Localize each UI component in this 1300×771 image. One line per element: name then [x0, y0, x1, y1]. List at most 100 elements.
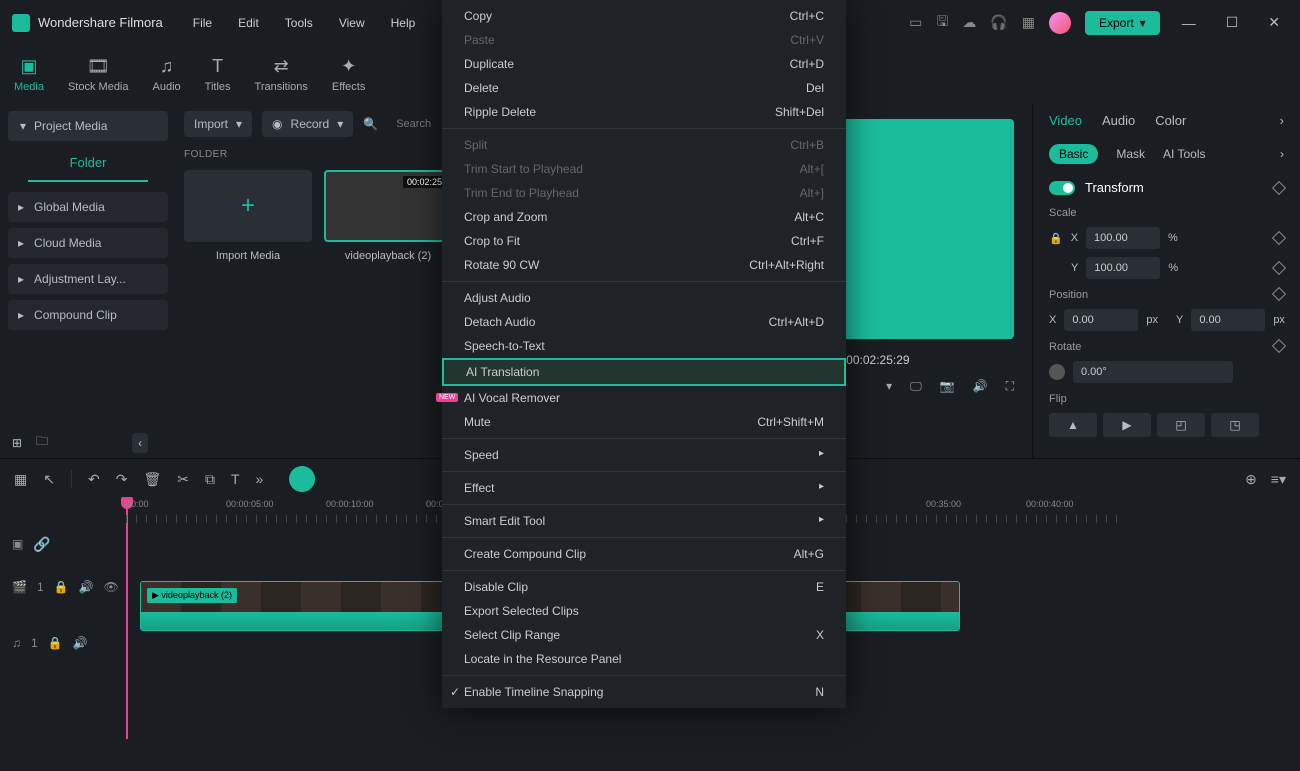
tab-audio[interactable]: ♫Audio: [153, 56, 181, 93]
ctx-mute[interactable]: MuteCtrl+Shift+M: [442, 410, 846, 434]
delete-icon[interactable]: 🗑: [143, 471, 161, 488]
ctx-copy[interactable]: CopyCtrl+C: [442, 4, 846, 28]
lock-icon[interactable]: 🔒: [54, 580, 69, 594]
menu-view[interactable]: View: [339, 16, 365, 30]
mute-icon[interactable]: 🔊: [79, 580, 94, 594]
mute-icon[interactable]: 🔊: [73, 636, 88, 650]
menu-help[interactable]: Help: [391, 16, 416, 30]
close-icon[interactable]: ✕: [1260, 14, 1288, 31]
rp-tab-audio[interactable]: Audio: [1102, 113, 1135, 128]
ctx-disable-clip[interactable]: Disable ClipE: [442, 575, 846, 599]
cloud-icon[interactable]: ☁: [962, 14, 976, 31]
add-marker-icon[interactable]: ⊕: [1245, 471, 1257, 488]
apps-icon[interactable]: ▦: [1022, 14, 1035, 31]
ctx-delete[interactable]: DeleteDel: [442, 76, 846, 100]
redo-icon[interactable]: ↷: [116, 471, 128, 488]
rotate-dial[interactable]: [1049, 364, 1065, 380]
link-icon[interactable]: 🔗: [33, 536, 50, 553]
record-dropdown[interactable]: ◉ Record ▾: [262, 111, 353, 137]
rp-tab-color[interactable]: Color: [1155, 113, 1186, 128]
ctx-ai-vocal-remover[interactable]: AI Vocal Remover: [442, 386, 846, 410]
folder-icon[interactable]: 🗀: [36, 432, 48, 453]
pos-x-input[interactable]: [1064, 309, 1138, 331]
lock-icon[interactable]: 🔒: [48, 636, 63, 650]
crop-icon[interactable]: ⧉: [205, 471, 215, 488]
display-icon[interactable]: 🖵: [910, 379, 922, 394]
project-media-header[interactable]: ▾ Project Media: [8, 111, 168, 141]
rp-subtab-basic[interactable]: Basic: [1049, 144, 1098, 164]
keyframe-diamond-icon[interactable]: [1272, 339, 1286, 353]
keyframe-diamond-icon[interactable]: [1272, 231, 1286, 245]
ctx-crop-and-zoom[interactable]: Crop and ZoomAlt+C: [442, 205, 846, 229]
menu-file[interactable]: File: [193, 16, 212, 30]
minimize-icon[interactable]: —: [1174, 15, 1204, 31]
compositing-toggle[interactable]: [1049, 458, 1075, 459]
keyframe-diamond-icon[interactable]: [1272, 287, 1286, 301]
volume-icon[interactable]: 🔊: [973, 379, 988, 394]
export-button[interactable]: Export▾: [1085, 11, 1160, 35]
rotate-right-button[interactable]: ◳: [1211, 413, 1259, 437]
sidebar-item[interactable]: ▸Global Media: [8, 192, 168, 222]
ctx-speed[interactable]: Speed: [442, 443, 846, 467]
ctx-speech-to-text[interactable]: Speech-to-Text: [442, 334, 846, 358]
chevron-right-icon[interactable]: ›: [1280, 113, 1284, 128]
ctx-ai-translation[interactable]: AI Translation: [442, 358, 846, 386]
headphones-icon[interactable]: 🎧: [990, 14, 1007, 31]
sidebar-item[interactable]: ▸Cloud Media: [8, 228, 168, 258]
rotate-left-button[interactable]: ◰: [1157, 413, 1205, 437]
tab-titles[interactable]: TTitles: [205, 56, 231, 93]
visibility-icon[interactable]: 👁: [104, 580, 119, 594]
sidebar-item[interactable]: ▸Adjustment Lay...: [8, 264, 168, 294]
search-icon[interactable]: 🔍: [363, 117, 378, 131]
snapshot-icon[interactable]: 📷: [940, 379, 955, 394]
ctx-locate-in-the-resource-panel[interactable]: Locate in the Resource Panel: [442, 647, 846, 671]
user-avatar[interactable]: [1049, 12, 1071, 34]
audio-track-icon[interactable]: ♫: [12, 636, 21, 650]
save-icon[interactable]: 🖫: [936, 11, 948, 35]
scale-x-input[interactable]: [1086, 227, 1160, 249]
media-card[interactable]: +Import Media: [184, 170, 312, 262]
ctx-rotate-90-cw[interactable]: Rotate 90 CWCtrl+Alt+Right: [442, 253, 846, 277]
pos-y-input[interactable]: [1191, 309, 1265, 331]
scale-y-input[interactable]: [1086, 257, 1160, 279]
collapse-icon[interactable]: ‹: [132, 433, 148, 453]
flip-horizontal-button[interactable]: ▲: [1049, 413, 1097, 437]
ctx-effect[interactable]: Effect: [442, 476, 846, 500]
device-icon[interactable]: ▭: [909, 14, 922, 31]
flip-vertical-button[interactable]: ▶: [1103, 413, 1151, 437]
lock-icon[interactable]: 🔒: [1049, 232, 1063, 245]
ctx-export-selected-clips[interactable]: Export Selected Clips: [442, 599, 846, 623]
rp-subtab-ai-tools[interactable]: AI Tools: [1163, 147, 1205, 161]
undo-icon[interactable]: ↶: [88, 471, 100, 488]
tab-stock-media[interactable]: 🎞Stock Media: [68, 56, 129, 93]
ctx-select-clip-range[interactable]: Select Clip RangeX: [442, 623, 846, 647]
ctx-crop-to-fit[interactable]: Crop to FitCtrl+F: [442, 229, 846, 253]
import-dropdown[interactable]: Import ▾: [184, 111, 252, 137]
playhead[interactable]: [126, 499, 128, 739]
tab-media[interactable]: ▣Media: [14, 56, 44, 93]
new-folder-icon[interactable]: ⊞: [12, 436, 22, 450]
ctx-detach-audio[interactable]: Detach AudioCtrl+Alt+D: [442, 310, 846, 334]
keyframe-diamond-icon[interactable]: [1272, 180, 1286, 194]
maximize-icon[interactable]: ☐: [1218, 14, 1247, 31]
fullscreen-icon[interactable]: ⛶: [1006, 379, 1014, 394]
ctx-create-compound-clip[interactable]: Create Compound ClipAlt+G: [442, 542, 846, 566]
rotate-input[interactable]: [1073, 361, 1233, 383]
chevron-right-icon[interactable]: ›: [1280, 147, 1284, 161]
menu-edit[interactable]: Edit: [238, 16, 259, 30]
ctx-ripple-delete[interactable]: Ripple DeleteShift+Del: [442, 100, 846, 124]
sidebar-item[interactable]: ▸Compound Clip: [8, 300, 168, 330]
grid-icon[interactable]: ▦: [14, 471, 27, 488]
text-icon[interactable]: T: [231, 471, 240, 487]
rp-tab-video[interactable]: Video: [1049, 113, 1082, 128]
quality-dropdown[interactable]: ▾: [886, 379, 892, 394]
cut-icon[interactable]: ✂: [177, 471, 189, 488]
ctx-enable-timeline-snapping[interactable]: Enable Timeline SnappingN: [442, 680, 846, 704]
more-icon[interactable]: »: [256, 471, 264, 487]
rp-subtab-mask[interactable]: Mask: [1116, 147, 1145, 161]
transform-toggle[interactable]: [1049, 181, 1075, 195]
ctx-duplicate[interactable]: DuplicateCtrl+D: [442, 52, 846, 76]
keyframe-diamond-icon[interactable]: [1272, 261, 1286, 275]
cursor-icon[interactable]: ↖: [43, 471, 55, 488]
video-track-icon[interactable]: 🎬: [12, 580, 27, 594]
